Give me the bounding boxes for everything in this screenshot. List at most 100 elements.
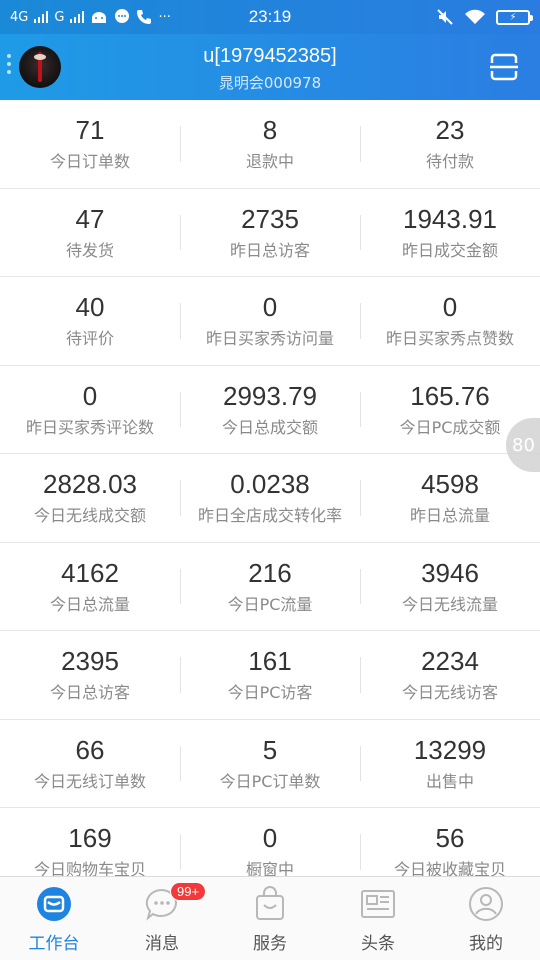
stat-label: 今日PC流量 <box>227 594 313 614</box>
workbench-icon <box>37 887 71 921</box>
stat-cell[interactable]: 1943.91 昨日成交金额 <box>360 189 540 277</box>
stat-label: 今日无线订单数 <box>33 771 146 791</box>
stat-cell[interactable]: 40 待评价 <box>0 277 180 365</box>
stat-value: 216 <box>248 557 292 588</box>
stat-value: 4162 <box>61 557 119 588</box>
stat-cell[interactable]: 216 今日PC流量 <box>180 543 360 631</box>
stat-cell[interactable]: 2395 今日总访客 <box>0 631 180 719</box>
stat-value: 2993.79 <box>223 380 317 411</box>
stat-value: 66 <box>75 734 105 765</box>
stat-label: 今日PC访客 <box>227 683 313 703</box>
stat-value: 56 <box>435 823 465 854</box>
stat-value: 5 <box>262 734 278 765</box>
stat-value: 2828.03 <box>43 469 137 500</box>
stat-cell[interactable]: 3946 今日无线流量 <box>360 543 540 631</box>
tab-profile[interactable]: 我的 <box>432 877 540 960</box>
account-subtitle: 晁明会000978 <box>218 74 322 92</box>
stat-cell[interactable]: 71 今日订单数 <box>0 100 180 188</box>
bottom-tab-bar: 工作台 99+ 消息 服务 头条 我的 <box>0 876 540 960</box>
stat-cell[interactable]: 0.0238 昨日全店成交转化率 <box>180 454 360 542</box>
stat-cell[interactable]: 2993.79 今日总成交额 <box>180 366 360 454</box>
stat-label: 出售中 <box>425 771 474 791</box>
stat-label: 昨日买家秀访问量 <box>205 329 334 349</box>
stat-label: 今日总流量 <box>49 594 130 614</box>
stat-cell[interactable]: 13299 出售中 <box>360 720 540 808</box>
stat-value: 4598 <box>421 469 479 500</box>
stat-value: 169 <box>68 823 112 854</box>
stat-value: 23 <box>435 115 465 146</box>
tab-label: 我的 <box>469 934 503 954</box>
stat-cell[interactable]: 8 退款中 <box>180 100 360 188</box>
stat-cell[interactable]: 0 昨日买家秀评论数 <box>0 366 180 454</box>
stat-label: 退款中 <box>245 152 294 172</box>
stat-cell[interactable]: 0 昨日买家秀点赞数 <box>360 277 540 365</box>
stats-row: 0 昨日买家秀评论数 2993.79 今日总成交额 165.76 今日PC成交额 <box>0 366 540 454</box>
stat-label: 今日无线成交额 <box>33 506 146 526</box>
stats-row: 47 待发货 2735 昨日总访客 1943.91 昨日成交金额 <box>0 189 540 277</box>
stat-value: 165.76 <box>410 380 490 411</box>
stat-value: 40 <box>75 292 105 323</box>
stat-value: 161 <box>248 646 292 677</box>
stat-label: 昨日总流量 <box>409 506 490 526</box>
stat-cell[interactable]: 2234 今日无线访客 <box>360 631 540 719</box>
stat-value: 0 <box>442 292 458 323</box>
stat-cell[interactable]: 161 今日PC访客 <box>180 631 360 719</box>
stats-row: 40 待评价 0 昨日买家秀访问量 0 昨日买家秀点赞数 <box>0 277 540 366</box>
tab-label: 工作台 <box>28 934 80 954</box>
service-bag-icon <box>256 886 284 920</box>
stats-row: 4162 今日总流量 216 今日PC流量 3946 今日无线流量 <box>0 543 540 631</box>
tab-workbench[interactable]: 工作台 <box>0 877 108 960</box>
stat-cell[interactable]: 23 待付款 <box>360 100 540 188</box>
stat-label: 今日PC成交额 <box>399 417 501 437</box>
stat-label: 今日订单数 <box>49 152 130 172</box>
stat-value: 13299 <box>413 734 487 765</box>
unread-badge: 99+ <box>170 882 207 901</box>
stat-value: 0 <box>82 380 98 411</box>
stat-value: 0.0238 <box>230 469 310 500</box>
stat-label: 昨日成交金额 <box>401 240 498 260</box>
tab-label: 服务 <box>253 934 287 954</box>
stats-row: 71 今日订单数 8 退款中 23 待付款 <box>0 100 540 189</box>
stat-label: 今日PC订单数 <box>219 771 321 791</box>
tab-label: 头条 <box>361 934 395 954</box>
stat-cell[interactable]: 0 昨日买家秀访问量 <box>180 277 360 365</box>
stat-cell[interactable]: 47 待发货 <box>0 189 180 277</box>
tab-headlines[interactable]: 头条 <box>324 877 432 960</box>
account-title: u[1979452385] <box>203 45 337 67</box>
stat-value: 47 <box>75 203 105 234</box>
news-icon <box>361 890 395 918</box>
clock: 23:19 <box>248 7 292 26</box>
stat-cell[interactable]: 4162 今日总流量 <box>0 543 180 631</box>
stat-label: 待评价 <box>65 329 114 349</box>
tab-messages[interactable]: 99+ 消息 <box>108 877 216 960</box>
stat-value: 0 <box>262 823 278 854</box>
stat-label: 今日总成交额 <box>221 417 318 437</box>
tab-services[interactable]: 服务 <box>216 877 324 960</box>
stats-row: 2828.03 今日无线成交额 0.0238 昨日全店成交转化率 4598 昨日总流量 <box>0 454 540 543</box>
battery-icon: ⚡ <box>496 9 533 25</box>
stats-row: 2395 今日总访客 161 今日PC访客 2234 今日无线访客 <box>0 631 540 720</box>
stat-cell[interactable]: 66 今日无线订单数 <box>0 720 180 808</box>
stat-value: 2234 <box>421 646 479 677</box>
stat-cell[interactable]: 4598 昨日总流量 <box>360 454 540 542</box>
stat-cell[interactable]: 2828.03 今日无线成交额 <box>0 454 180 542</box>
stat-label: 待发货 <box>65 240 114 260</box>
stat-value: 8 <box>262 115 278 146</box>
stats-row: 66 今日无线订单数 5 今日PC订单数 13299 出售中 <box>0 720 540 808</box>
stat-label: 昨日买家秀点赞数 <box>385 329 514 349</box>
profile-icon <box>469 887 503 921</box>
stat-label: 昨日总访客 <box>229 240 310 260</box>
stat-value: 2735 <box>241 203 299 234</box>
stat-label: 昨日全店成交转化率 <box>197 506 342 526</box>
stat-value: 1943.91 <box>403 203 497 234</box>
stat-label: 昨日买家秀评论数 <box>25 417 154 437</box>
stat-value: 3946 <box>421 557 479 588</box>
stat-cell[interactable]: 5 今日PC订单数 <box>180 720 360 808</box>
stat-cell[interactable]: 2735 昨日总访客 <box>180 189 360 277</box>
status-bar: 4G G ··· 23:19 ⚡ <box>0 0 540 34</box>
stat-label: 今日总访客 <box>49 683 130 703</box>
scan-icon[interactable] <box>490 53 518 81</box>
tab-label: 消息 <box>145 934 179 954</box>
stat-value: 2395 <box>61 646 119 677</box>
stat-label: 今日无线访客 <box>401 683 498 703</box>
